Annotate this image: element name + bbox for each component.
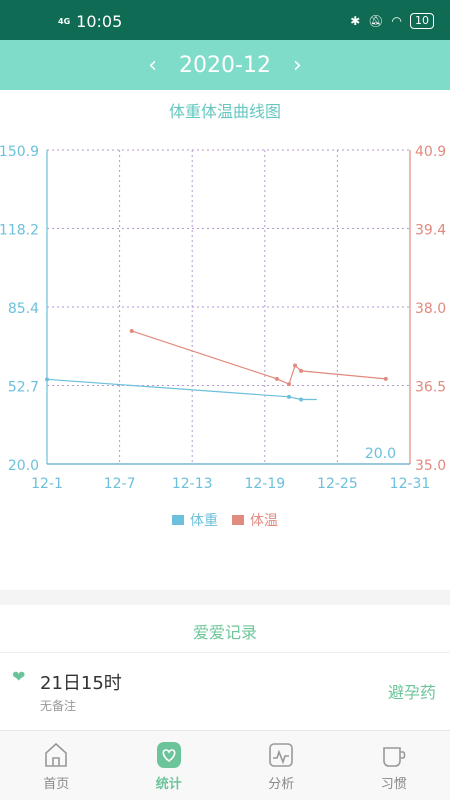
tab-analysis[interactable]: 分析 xyxy=(225,731,338,800)
love-record-section: 爱爱记录 ❤ 21日15时 无备注 避孕药 xyxy=(0,605,450,730)
series-point xyxy=(299,397,304,402)
left-tick-label: 20.0 xyxy=(8,458,39,474)
next-month-button[interactable]: › xyxy=(293,53,302,78)
signal-icon: 4G xyxy=(58,16,71,26)
tab-home-label: 首页 xyxy=(43,777,70,792)
status-right: ✱ 🔕︎ ◠ 10 xyxy=(350,13,434,29)
series-line-1 xyxy=(131,330,386,385)
chart-legend: 体重 体温 xyxy=(0,510,450,530)
series-point xyxy=(299,368,304,373)
right-tick-label: 38.0 xyxy=(415,301,446,317)
status-time: 10:05 xyxy=(76,12,123,31)
current-month: 2020-12 xyxy=(179,52,271,78)
record-item[interactable]: ❤ 21日15时 无备注 避孕药 xyxy=(0,653,450,723)
prev-month-button[interactable]: ‹ xyxy=(148,53,157,78)
left-tick-label: 52.7 xyxy=(8,380,39,396)
weight-temp-chart: 12-1 12-7 12-13 12-19 12-25 12-31 150.9 40.9 118… xyxy=(0,144,446,492)
x-tick-label: 12-1 xyxy=(31,476,63,492)
series-point xyxy=(287,382,291,387)
legend-item-weight[interactable]: 体重 xyxy=(172,510,218,530)
bluetooth-icon: ✱ xyxy=(350,14,361,28)
left-tick-label: 150.9 xyxy=(0,144,39,160)
battery-icon: 10 xyxy=(410,13,434,29)
tab-habits[interactable]: 习惯 xyxy=(338,731,450,800)
series-point xyxy=(293,363,298,368)
wifi-icon: ◠ xyxy=(391,14,402,28)
section-title: 爱爱记录 xyxy=(192,623,257,642)
series-point xyxy=(287,394,291,399)
legend-item-temp[interactable]: 体温 xyxy=(232,510,278,530)
legend-label-weight: 体重 xyxy=(190,513,218,529)
series-point xyxy=(129,328,134,333)
heart-icon: ❤ xyxy=(12,667,26,686)
left-tick-label: 85.4 xyxy=(8,301,39,317)
status-bar: 4G 10:05 ✱ 🔕︎ ◠ 10 xyxy=(0,0,450,40)
series-point xyxy=(383,376,388,381)
record-method: 避孕药 xyxy=(387,683,436,702)
series-line-0 xyxy=(46,378,317,401)
legend-swatch-weight xyxy=(172,515,184,525)
home-icon xyxy=(45,742,68,767)
right-tick-label: 36.5 xyxy=(415,380,446,396)
right-tick-label: 40.9 xyxy=(415,144,446,160)
left-tick-label: 118.2 xyxy=(0,223,39,239)
mute-bell-icon: 🔕︎ xyxy=(368,14,384,28)
series-point xyxy=(45,377,49,382)
tab-stats-label: 统计 xyxy=(155,777,182,792)
x-tick-label: 12-31 xyxy=(390,476,431,492)
month-switcher: ‹ 2020-12 › xyxy=(0,40,450,90)
tab-home[interactable]: 首页 xyxy=(0,731,113,800)
series-point xyxy=(274,376,279,381)
chart-card: 体重体温曲线图 12-1 12-7 12-13 12-19 12-25 12-31 150.… xyxy=(0,90,450,590)
tab-stats[interactable]: 统计 xyxy=(113,731,226,800)
tab-habits-label: 习惯 xyxy=(380,777,407,792)
x-tick-label: 12-13 xyxy=(172,476,213,492)
x-tick-label: 12-7 xyxy=(104,476,136,492)
x-tick-label: 12-25 xyxy=(317,476,358,492)
status-left: 4G 10:05 xyxy=(58,12,122,31)
analysis-icon xyxy=(269,743,294,767)
legend-label-temp: 体温 xyxy=(250,513,278,529)
bottom-tab-bar: 首页 统计 分析 习惯 xyxy=(0,730,450,800)
legend-swatch-temp xyxy=(232,515,244,525)
right-tick-label: 35.0 xyxy=(415,458,446,474)
record-note: 无备注 xyxy=(40,699,77,713)
right-tick-label: 39.4 xyxy=(415,223,446,239)
x-tick-label: 12-19 xyxy=(244,476,285,492)
heart-chart-icon xyxy=(156,742,181,768)
annotation-label: 20.0 xyxy=(365,446,396,462)
cup-icon xyxy=(382,747,406,767)
tab-analysis-label: 分析 xyxy=(268,777,295,792)
record-date: 21日15时 xyxy=(40,673,122,694)
